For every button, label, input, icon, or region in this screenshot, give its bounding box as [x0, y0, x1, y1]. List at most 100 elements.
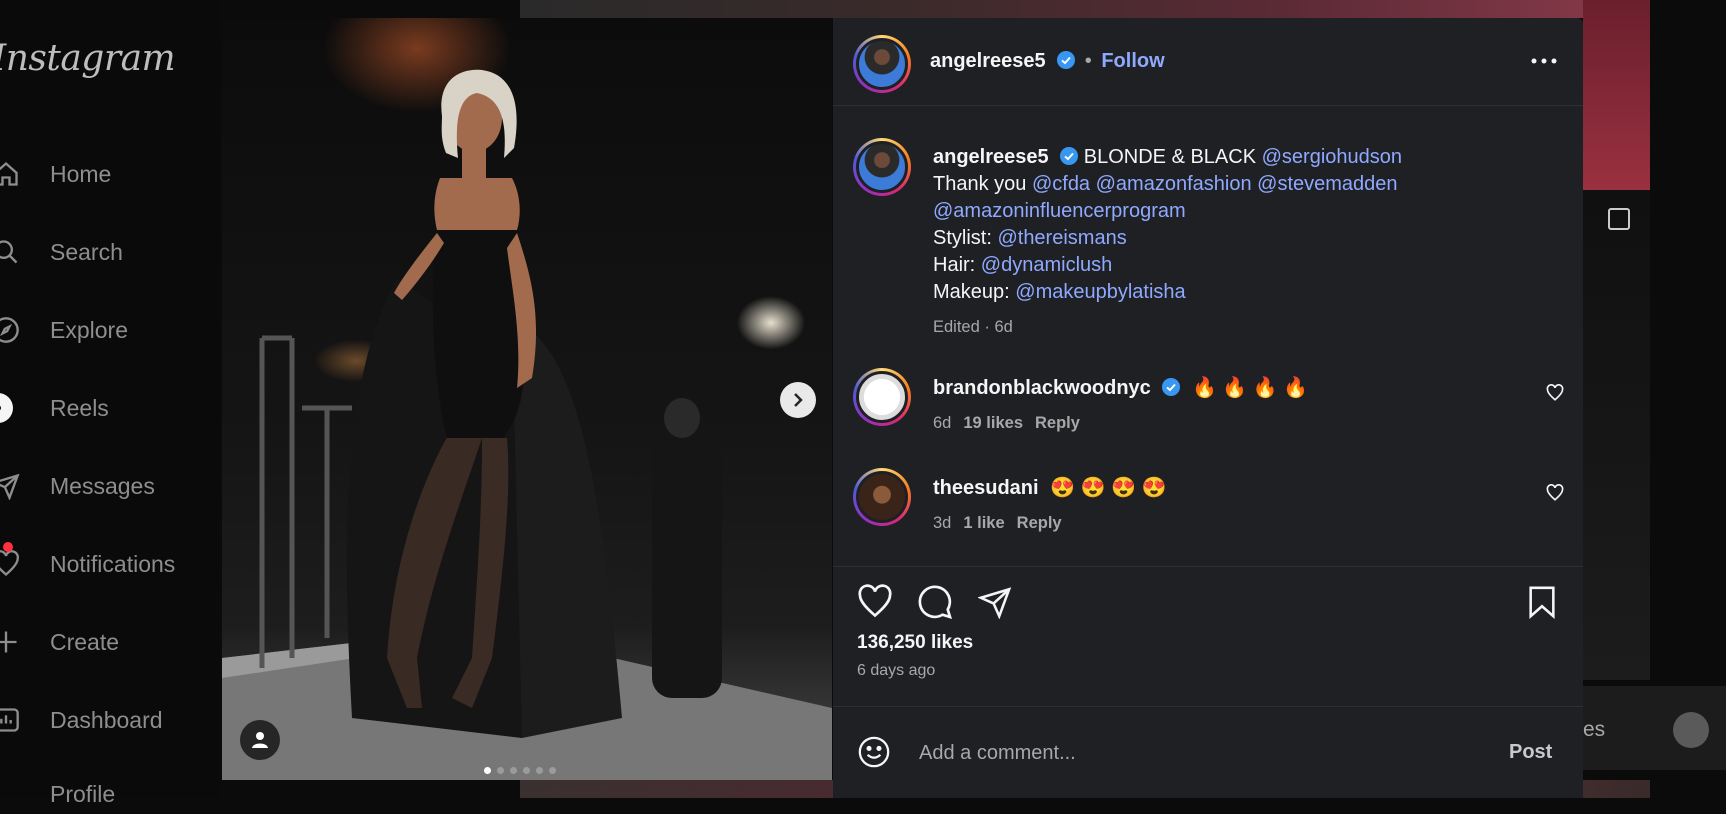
follow-button[interactable]: Follow: [1101, 50, 1164, 72]
more-options-button[interactable]: [1529, 46, 1559, 76]
mention-link[interactable]: @amazonfashion: [1096, 173, 1252, 195]
comment-likes[interactable]: 19 likes: [963, 414, 1023, 432]
plus-icon: [0, 622, 26, 662]
mention-link[interactable]: @sergiohudson: [1262, 146, 1402, 168]
mention-link[interactable]: @stevemadden: [1257, 173, 1397, 195]
comment-likes[interactable]: 1 like: [963, 514, 1004, 532]
carousel-dot: [510, 767, 517, 774]
comment-age: 3d: [933, 514, 952, 532]
sidebar-item-label: Dashboard: [50, 706, 163, 733]
comment-meta: 3d 1 like Reply: [933, 514, 1062, 533]
comment-text: 😍 😍 😍 😍: [1050, 477, 1167, 499]
share-button[interactable]: [975, 582, 1015, 622]
comment-button[interactable]: [915, 582, 955, 622]
comment-age: 6d: [933, 414, 952, 432]
header-row: angelreese5 • Follow: [930, 50, 1165, 73]
next-slide-button[interactable]: [780, 382, 816, 418]
profile-icon: [0, 774, 26, 814]
verified-badge-icon: [1060, 147, 1079, 165]
mention-link[interactable]: @amazoninfluencerprogram: [933, 200, 1186, 222]
commenter-avatar[interactable]: [853, 468, 911, 526]
background-grid: [520, 0, 1650, 18]
sidebar-item-home[interactable]: Home: [0, 154, 111, 194]
carousel-dot: [484, 767, 491, 774]
mention-link[interactable]: @thereismans: [997, 227, 1126, 249]
post-photo-figure: [222, 69, 832, 780]
heart-icon: [0, 542, 26, 584]
sidebar-item-search[interactable]: Search: [0, 232, 123, 272]
commenter-username[interactable]: brandonblackwoodnyc: [933, 377, 1151, 399]
post-caption: angelreese5 BLONDE & BLACK @sergiohudson…: [933, 144, 1533, 341]
sidebar-item-profile[interactable]: Profile: [0, 774, 115, 814]
sidebar-item-label: Search: [50, 238, 123, 265]
post-header: angelreese5 • Follow: [833, 18, 1583, 106]
heart-icon: [1546, 384, 1564, 401]
comment-input[interactable]: [917, 741, 1421, 766]
home-icon: [0, 154, 26, 194]
comment-icon: [918, 585, 953, 620]
sidebar-item-dashboard[interactable]: Dashboard: [0, 700, 163, 740]
save-button[interactable]: [1522, 582, 1562, 622]
comment-item: brandonblackwoodnyc 🔥 🔥 🔥 🔥 6d 19 likes Re…: [833, 368, 1583, 458]
caption-text: Thank you: [933, 173, 1032, 195]
author-avatar[interactable]: [853, 35, 911, 93]
dashboard-icon: [0, 700, 26, 740]
sidebar: Instagram Home Search Explore Reels Mess…: [0, 0, 220, 807]
comment-item: theesudani 😍 😍 😍 😍 3d 1 like Reply: [833, 468, 1583, 558]
likes-count[interactable]: 136,250 likes: [857, 632, 973, 654]
heart-icon: [858, 584, 892, 618]
send-icon: [978, 587, 1012, 619]
caption-text: Stylist:: [933, 227, 998, 249]
reply-button[interactable]: Reply: [1035, 414, 1080, 432]
reply-button[interactable]: Reply: [1017, 514, 1062, 532]
sidebar-item-notifications[interactable]: Notifications: [0, 542, 176, 584]
caption-meta: Edited · 6d: [933, 318, 1013, 336]
comment-text: 🔥 🔥 🔥 🔥: [1191, 377, 1309, 399]
comment-body: brandonblackwoodnyc 🔥 🔥 🔥 🔥: [933, 375, 1308, 400]
carousel-dot: [549, 767, 556, 774]
caption-author-avatar[interactable]: [853, 138, 911, 196]
instagram-logo[interactable]: Instagram: [0, 38, 176, 79]
bookmark-icon: [1529, 586, 1555, 619]
reels-icon: [0, 388, 26, 428]
mention-link[interactable]: @cfda: [1032, 173, 1090, 195]
caption-text: Makeup:: [933, 281, 1016, 303]
verified-badge-icon: [1162, 378, 1181, 396]
messages-icon: [0, 466, 26, 506]
sidebar-item-messages[interactable]: Messages: [0, 466, 155, 506]
verified-badge-icon: [1057, 51, 1076, 69]
sidebar-item-label: Notifications: [50, 550, 176, 577]
search-icon: [0, 232, 26, 272]
post-comment-button[interactable]: Post: [1509, 741, 1552, 764]
sidebar-item-reels[interactable]: Reels: [0, 388, 109, 428]
sidebar-item-label: Explore: [50, 316, 128, 343]
person-icon: [252, 732, 268, 748]
actions-divider: [833, 566, 1583, 568]
carousel-icon: [1608, 208, 1630, 230]
commenter-username[interactable]: theesudani: [933, 477, 1039, 499]
explore-icon: [0, 310, 26, 350]
mention-link[interactable]: @dynamiclush: [981, 254, 1112, 276]
sidebar-item-label: Reels: [50, 394, 109, 421]
emoji-button[interactable]: [857, 735, 891, 774]
more-icon: [1531, 58, 1557, 64]
mention-link[interactable]: @makeupbylatisha: [1015, 281, 1185, 303]
carousel-dot: [536, 767, 543, 774]
carousel-dot: [497, 767, 504, 774]
heart-icon: [1546, 484, 1564, 501]
messages-popup-label[interactable]: es: [1583, 718, 1605, 742]
like-button[interactable]: [855, 582, 895, 622]
sidebar-item-explore[interactable]: Explore: [0, 310, 128, 350]
chevron-right-icon: [794, 393, 803, 407]
separator-dot: •: [1084, 50, 1092, 72]
smiley-icon: [858, 736, 890, 768]
add-comment-bar: Post: [833, 706, 1583, 799]
sidebar-item-label: Create: [50, 628, 120, 655]
post-image[interactable]: [222, 18, 832, 780]
tagged-users-button[interactable]: [240, 720, 280, 760]
author-username[interactable]: angelreese5: [930, 50, 1046, 72]
commenter-avatar[interactable]: [853, 368, 911, 426]
sidebar-item-create[interactable]: Create: [0, 622, 119, 662]
background-grid-right: es: [1583, 0, 1726, 798]
caption-username[interactable]: angelreese5: [933, 146, 1049, 168]
